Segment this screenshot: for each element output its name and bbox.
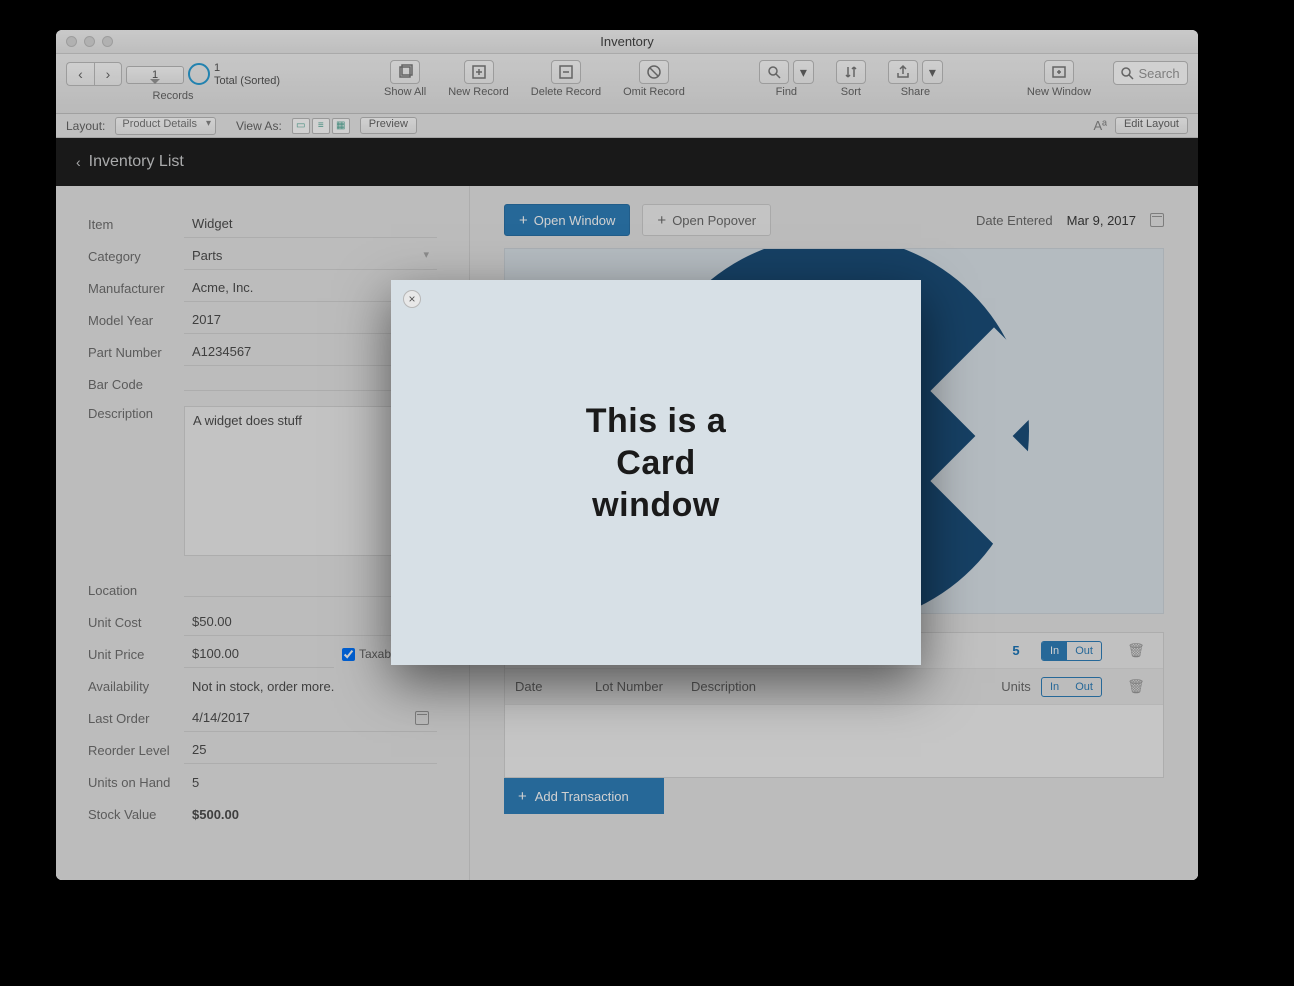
titlebar: Inventory: [56, 30, 1198, 54]
find-button[interactable]: [759, 60, 789, 84]
prev-record-button[interactable]: ‹: [66, 62, 94, 86]
sort-label: Sort: [841, 86, 861, 98]
search-icon: [766, 64, 782, 80]
item-label: Item: [88, 217, 184, 232]
find-label: Find: [776, 86, 797, 98]
availability-value: Not in stock, order more.: [184, 673, 437, 700]
category-label: Category: [88, 249, 184, 264]
new-record-button[interactable]: [464, 60, 494, 84]
layout-label: Layout:: [66, 119, 105, 133]
share-label: Share: [901, 86, 930, 98]
omit-icon: [646, 64, 662, 80]
new-window-label: New Window: [1027, 86, 1091, 98]
find-menu-button[interactable]: ▾: [793, 60, 814, 84]
calendar-icon[interactable]: [1150, 213, 1164, 227]
table-empty-area: [505, 705, 1163, 777]
view-table-icon[interactable]: ▦: [332, 118, 350, 134]
sort-button[interactable]: [836, 60, 866, 84]
show-all-label: Show All: [384, 86, 426, 98]
date-entered-value: Mar 9, 2017: [1067, 213, 1136, 228]
plus-box-icon: [471, 64, 487, 80]
open-window-button[interactable]: +Open Window: [504, 204, 630, 236]
date-entered-label: Date Entered: [976, 213, 1053, 228]
stock-value: $500.00: [184, 801, 437, 828]
plus-icon: +: [519, 212, 528, 229]
trash-icon[interactable]: 🗑: [1127, 642, 1145, 658]
plus-icon: +: [518, 788, 527, 805]
next-record-button[interactable]: ›: [94, 62, 122, 86]
records-label: Records: [153, 90, 194, 102]
add-transaction-button[interactable]: +Add Transaction: [504, 778, 664, 814]
breadcrumb[interactable]: ‹ Inventory List: [56, 138, 1198, 186]
chevron-left-icon: ‹: [76, 154, 81, 170]
layout-bar: Layout: Product Details View As: ▭ ≡ ▦ P…: [56, 114, 1198, 138]
unit-price-field[interactable]: $100.00: [184, 640, 334, 668]
record-slider[interactable]: 1: [126, 66, 184, 84]
on-hand-value: 5: [184, 769, 437, 796]
view-form-icon[interactable]: ▭: [292, 118, 310, 134]
unit-cost-label: Unit Cost: [88, 615, 184, 630]
calendar-icon[interactable]: [415, 711, 429, 725]
new-window-icon: [1051, 64, 1067, 80]
open-popover-button[interactable]: +Open Popover: [642, 204, 771, 236]
view-as-label: View As:: [236, 119, 282, 133]
in-out-toggle[interactable]: InOut: [1041, 677, 1102, 697]
card-window: × This is a Card window: [391, 280, 921, 665]
plus-icon: +: [657, 212, 666, 229]
window-title: Inventory: [56, 34, 1198, 49]
on-hand-label: Units on Hand: [88, 775, 184, 790]
omit-record-button[interactable]: [639, 60, 669, 84]
table-row: Date Lot Number Description Units InOut …: [505, 669, 1163, 705]
minus-box-icon: [558, 64, 574, 80]
card-text: This is a Card window: [391, 400, 921, 526]
trash-icon[interactable]: 🗑: [1127, 678, 1145, 694]
edit-layout-button[interactable]: Edit Layout: [1115, 117, 1188, 134]
availability-label: Availability: [88, 679, 184, 694]
description-label: Description: [88, 406, 184, 421]
part-number-label: Part Number: [88, 345, 184, 360]
text-format-icon[interactable]: Aª: [1093, 118, 1106, 133]
delete-record-label: Delete Record: [531, 86, 601, 98]
view-list-icon[interactable]: ≡: [312, 118, 330, 134]
unit-price-label: Unit Price: [88, 647, 184, 662]
layout-select[interactable]: Product Details: [115, 117, 216, 135]
new-record-label: New Record: [448, 86, 509, 98]
sort-icon: [843, 64, 859, 80]
show-all-button[interactable]: [390, 60, 420, 84]
share-menu-button[interactable]: ▾: [922, 60, 943, 84]
close-card-button[interactable]: ×: [403, 290, 421, 308]
search-input[interactable]: Search: [1113, 61, 1188, 85]
omit-record-label: Omit Record: [623, 86, 685, 98]
stock-value-label: Stock Value: [88, 807, 184, 822]
new-window-button[interactable]: [1044, 60, 1074, 84]
search-icon: [1121, 67, 1134, 80]
category-field[interactable]: Parts: [184, 242, 437, 270]
delete-record-button[interactable]: [551, 60, 581, 84]
reorder-label: Reorder Level: [88, 743, 184, 758]
preview-button[interactable]: Preview: [360, 117, 417, 134]
record-pie-icon: [188, 63, 210, 85]
manufacturer-label: Manufacturer: [88, 281, 184, 296]
reorder-field[interactable]: 25: [184, 736, 437, 764]
last-order-label: Last Order: [88, 711, 184, 726]
last-order-field[interactable]: 4/14/2017: [184, 704, 437, 732]
item-field[interactable]: Widget: [184, 210, 437, 238]
stack-icon: [397, 64, 413, 80]
toolbar: ‹ › 1 1 Total (Sorted) Records Show All …: [56, 54, 1198, 114]
record-summary: 1 Total (Sorted): [214, 62, 280, 88]
share-button[interactable]: [888, 60, 918, 84]
location-label: Location: [88, 583, 184, 598]
share-icon: [895, 64, 911, 80]
model-year-label: Model Year: [88, 313, 184, 328]
in-out-toggle[interactable]: InOut: [1041, 641, 1102, 661]
bar-code-label: Bar Code: [88, 377, 184, 392]
